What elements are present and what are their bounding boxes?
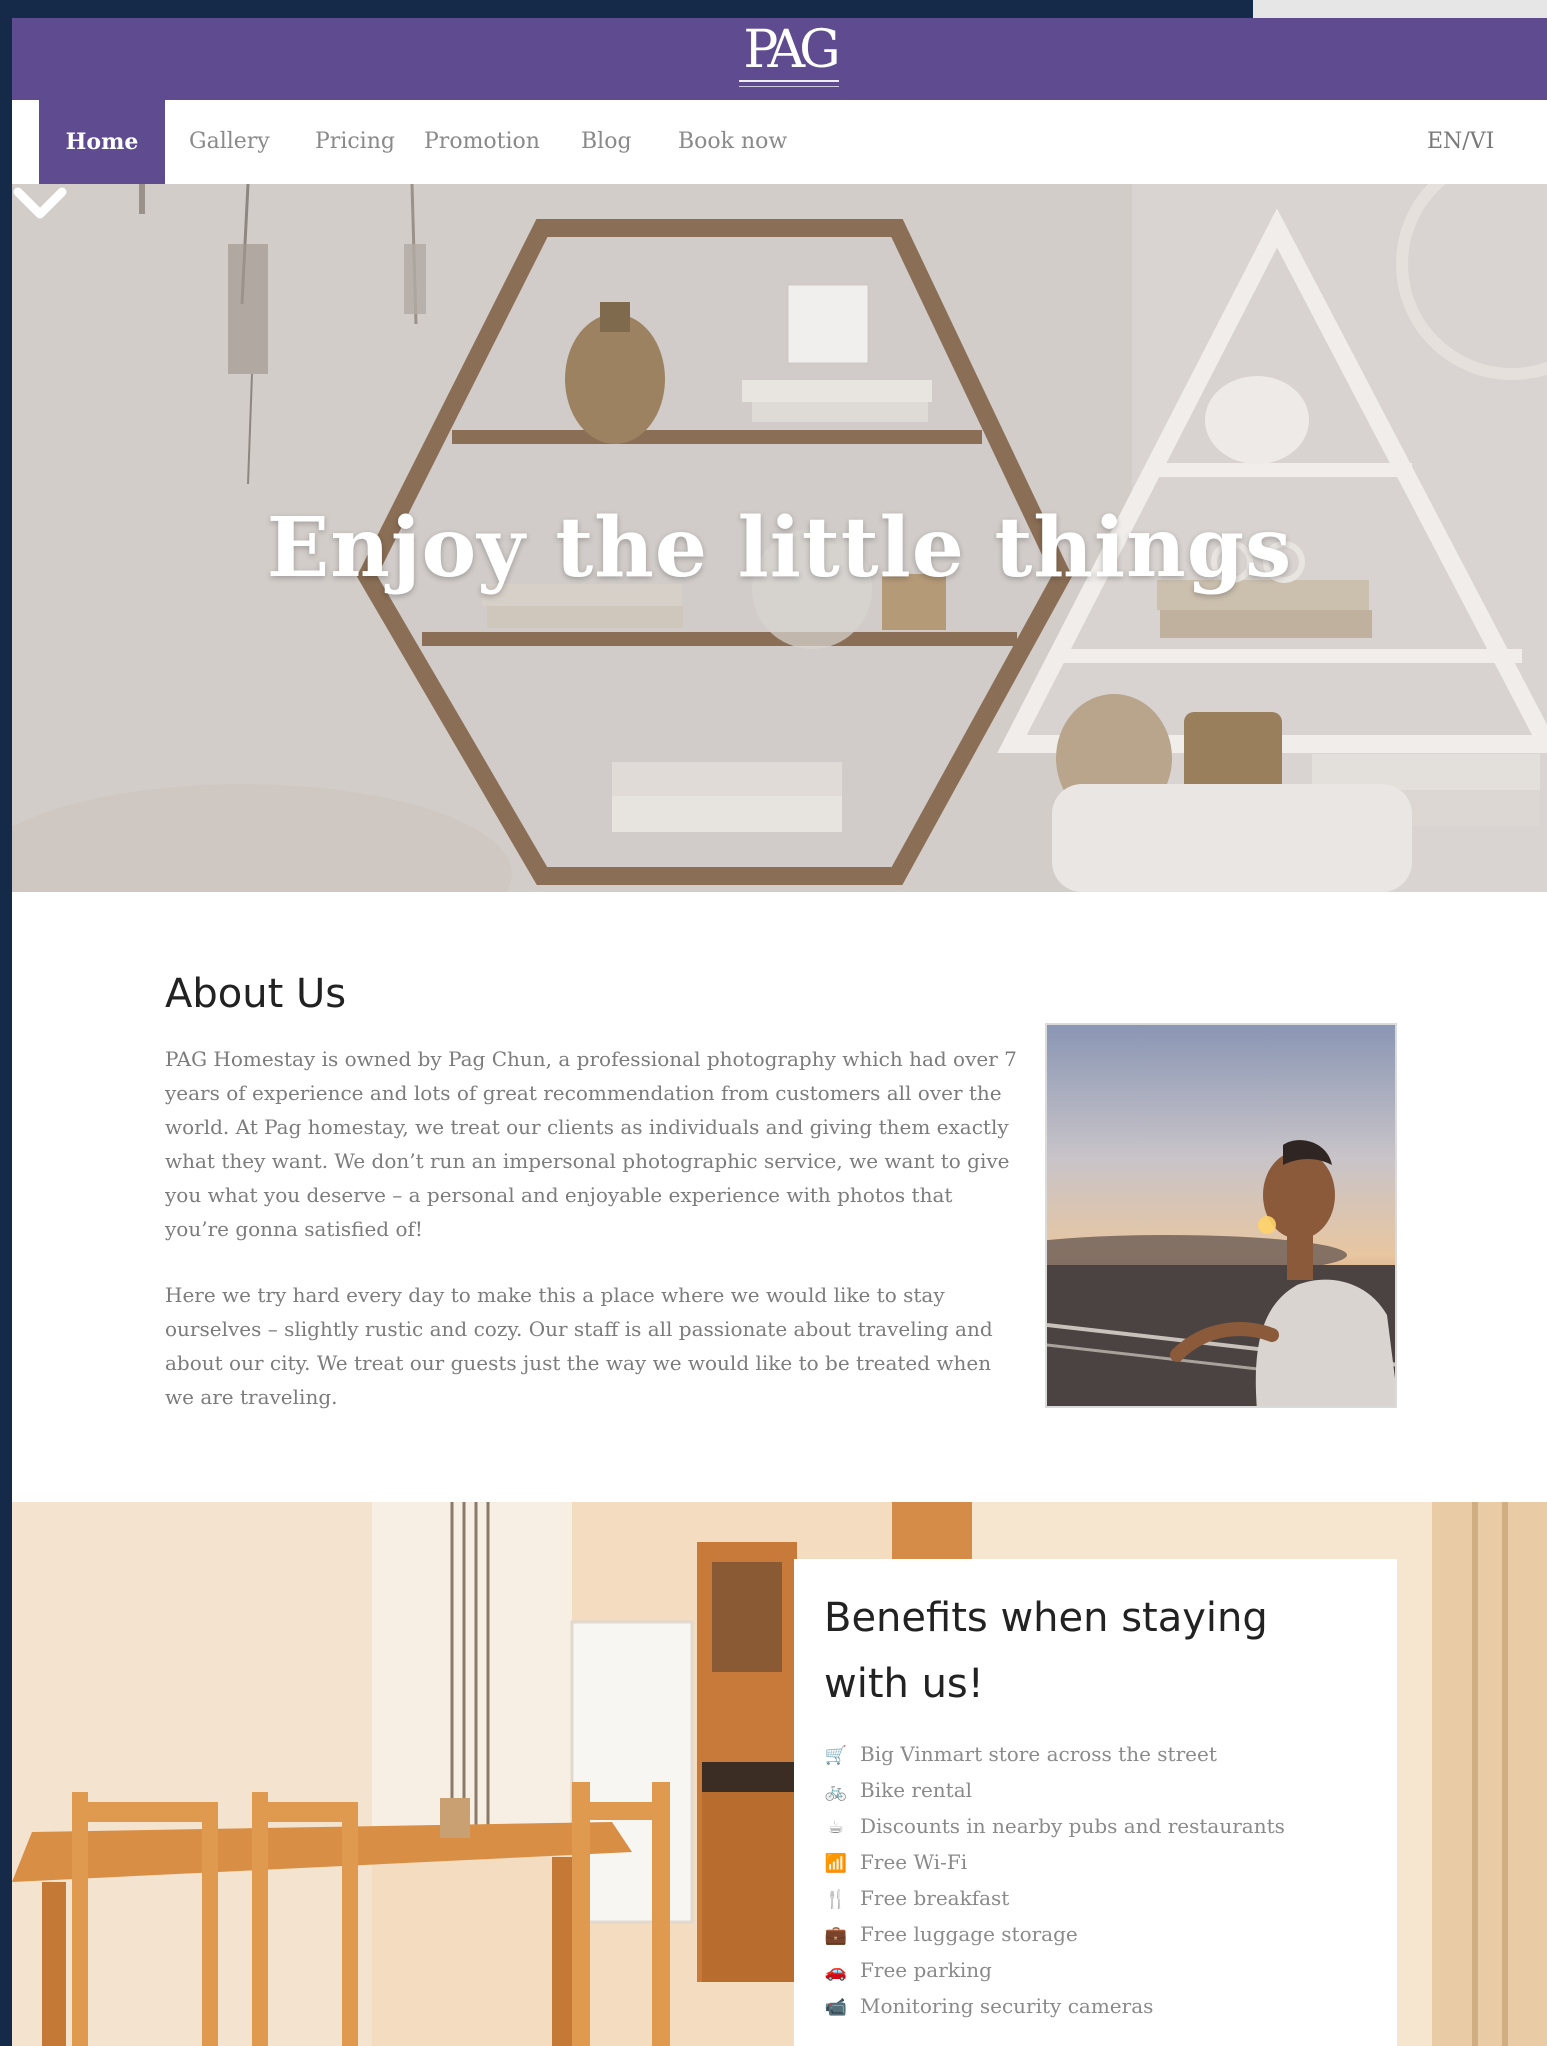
about-paragraph: Here we try hard every day to make this … (165, 1283, 993, 1409)
benefits-card: Benefits when staying with us! 🛒 Big Vinm… (794, 1559, 1397, 2046)
benefit-label: Bike rental (860, 1778, 973, 1802)
benefit-item: 💼 Free luggage storage (824, 1917, 1367, 1953)
benefit-item: ☕ Discounts in nearby pubs and restaurant… (824, 1809, 1367, 1845)
owner-portrait-image (1047, 1025, 1395, 1406)
about-paragraph: PAG Homestay is owned by Pag Chun, a pro… (165, 1047, 1017, 1241)
language-switcher[interactable]: EN/VI (1427, 100, 1494, 184)
brand-header: PAG (12, 18, 1547, 100)
about-section: About Us PAG Homestay is owned by Pag Ch… (12, 892, 1547, 1502)
benefit-item: 🚗 Free parking (824, 1953, 1367, 1989)
car-icon: 🚗 (824, 1961, 848, 1982)
about-text: PAG Homestay is owned by Pag Chun, a pro… (165, 1042, 1020, 1414)
wifi-icon: 📶 (824, 1853, 848, 1874)
bike-icon: 🚲 (824, 1781, 848, 1802)
benefit-label: Free parking (860, 1958, 992, 1982)
benefit-label: Free Wi-Fi (860, 1850, 968, 1874)
main-nav: Home Gallery Pricing Promotion Blog Book… (12, 100, 1547, 184)
benefit-item: 🚲 Bike rental (824, 1773, 1367, 1809)
benefits-list: 🛒 Big Vinmart store across the street 🚲 Bi… (824, 1737, 1367, 2025)
benefit-item: 🍴 Free breakfast (824, 1881, 1367, 1917)
benefit-label: Free luggage storage (860, 1922, 1078, 1946)
logo-underline (739, 80, 839, 82)
about-photo (1045, 1023, 1397, 1408)
nav-book-now[interactable]: Book now (678, 100, 787, 184)
logo-underline-thin (739, 86, 839, 87)
benefit-label: Discounts in nearby pubs and restaurants (860, 1814, 1285, 1838)
about-heading: About Us (165, 971, 347, 1017)
chevron-down-icon[interactable] (12, 184, 68, 224)
benefit-label: Free breakfast (860, 1886, 1010, 1910)
video-camera-icon: 📹 (824, 1997, 848, 2018)
hero-title: Enjoy the little things (266, 500, 1293, 596)
nav-promotion[interactable]: Promotion (424, 100, 540, 184)
logo-text: PAG (743, 20, 840, 80)
benefits-section: Benefits when staying with us! 🛒 Big Vinm… (12, 1502, 1547, 2046)
nav-home[interactable]: Home (39, 100, 165, 184)
page: PAG Home Gallery Pricing Promotion Blog … (12, 18, 1547, 2046)
nav-blog[interactable]: Blog (581, 100, 632, 184)
cart-icon: 🛒 (824, 1745, 848, 1766)
browser-top-strip-right (1253, 0, 1547, 18)
benefit-label: Big Vinmart store across the street (860, 1742, 1217, 1766)
coffee-icon: ☕ (827, 1817, 845, 1838)
nav-gallery[interactable]: Gallery (189, 100, 270, 184)
site-logo[interactable]: PAG (734, 22, 844, 96)
briefcase-icon: 💼 (824, 1925, 848, 1946)
cutlery-icon: 🍴 (824, 1889, 848, 1910)
benefit-item: 📶 Free Wi-Fi (824, 1845, 1367, 1881)
benefit-label: Monitoring security cameras (860, 1994, 1154, 2018)
benefit-item: 🛒 Big Vinmart store across the street (824, 1737, 1367, 1773)
benefit-item: 📹 Monitoring security cameras (824, 1989, 1367, 2025)
hero-section: Enjoy the little things (12, 184, 1547, 892)
nav-pricing[interactable]: Pricing (315, 100, 395, 184)
benefits-title: Benefits when staying with us! (824, 1595, 1268, 1707)
